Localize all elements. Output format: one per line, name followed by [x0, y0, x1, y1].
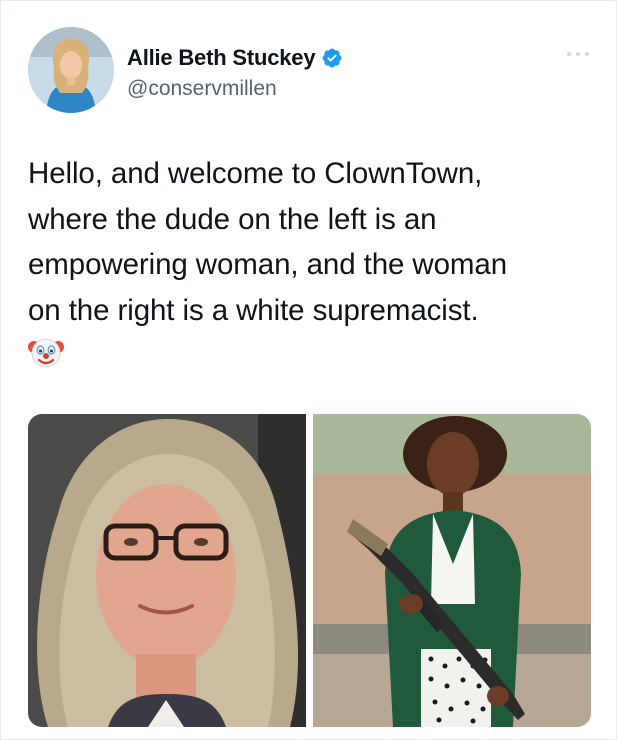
avatar[interactable]: [28, 27, 114, 113]
user-handle[interactable]: @conservmillen: [127, 77, 277, 101]
tweet-text: Hello, and welcome to ClownTown, where t…: [28, 151, 598, 333]
photo-person-curly-hair-glasses: [28, 414, 306, 727]
verified-badge-icon: [322, 48, 342, 68]
tweet-text-line: Hello, and welcome to ClownTown,: [28, 157, 483, 190]
tweet-text-line: where the dude on the left is an: [28, 202, 437, 236]
media-image-left[interactable]: [28, 414, 306, 727]
more-options-icon[interactable]: [566, 49, 590, 59]
author-name-row[interactable]: Allie Beth Stuckey: [127, 45, 343, 71]
display-name[interactable]: Allie Beth Stuckey: [127, 45, 316, 71]
media-image-right[interactable]: [313, 414, 591, 727]
tweet-card: Allie Beth Stuckey @conservmillen Hello,…: [0, 0, 617, 740]
photo-woman-green-blazer-rifle: [313, 414, 591, 727]
tweet-text-line: on the right is a white supremacist.: [28, 293, 479, 327]
tweet-media[interactable]: [28, 414, 591, 727]
clown-face-icon: [28, 338, 64, 368]
avatar-photo: [28, 27, 114, 113]
tweet-text-line: empowering woman, and the woman: [28, 248, 507, 281]
